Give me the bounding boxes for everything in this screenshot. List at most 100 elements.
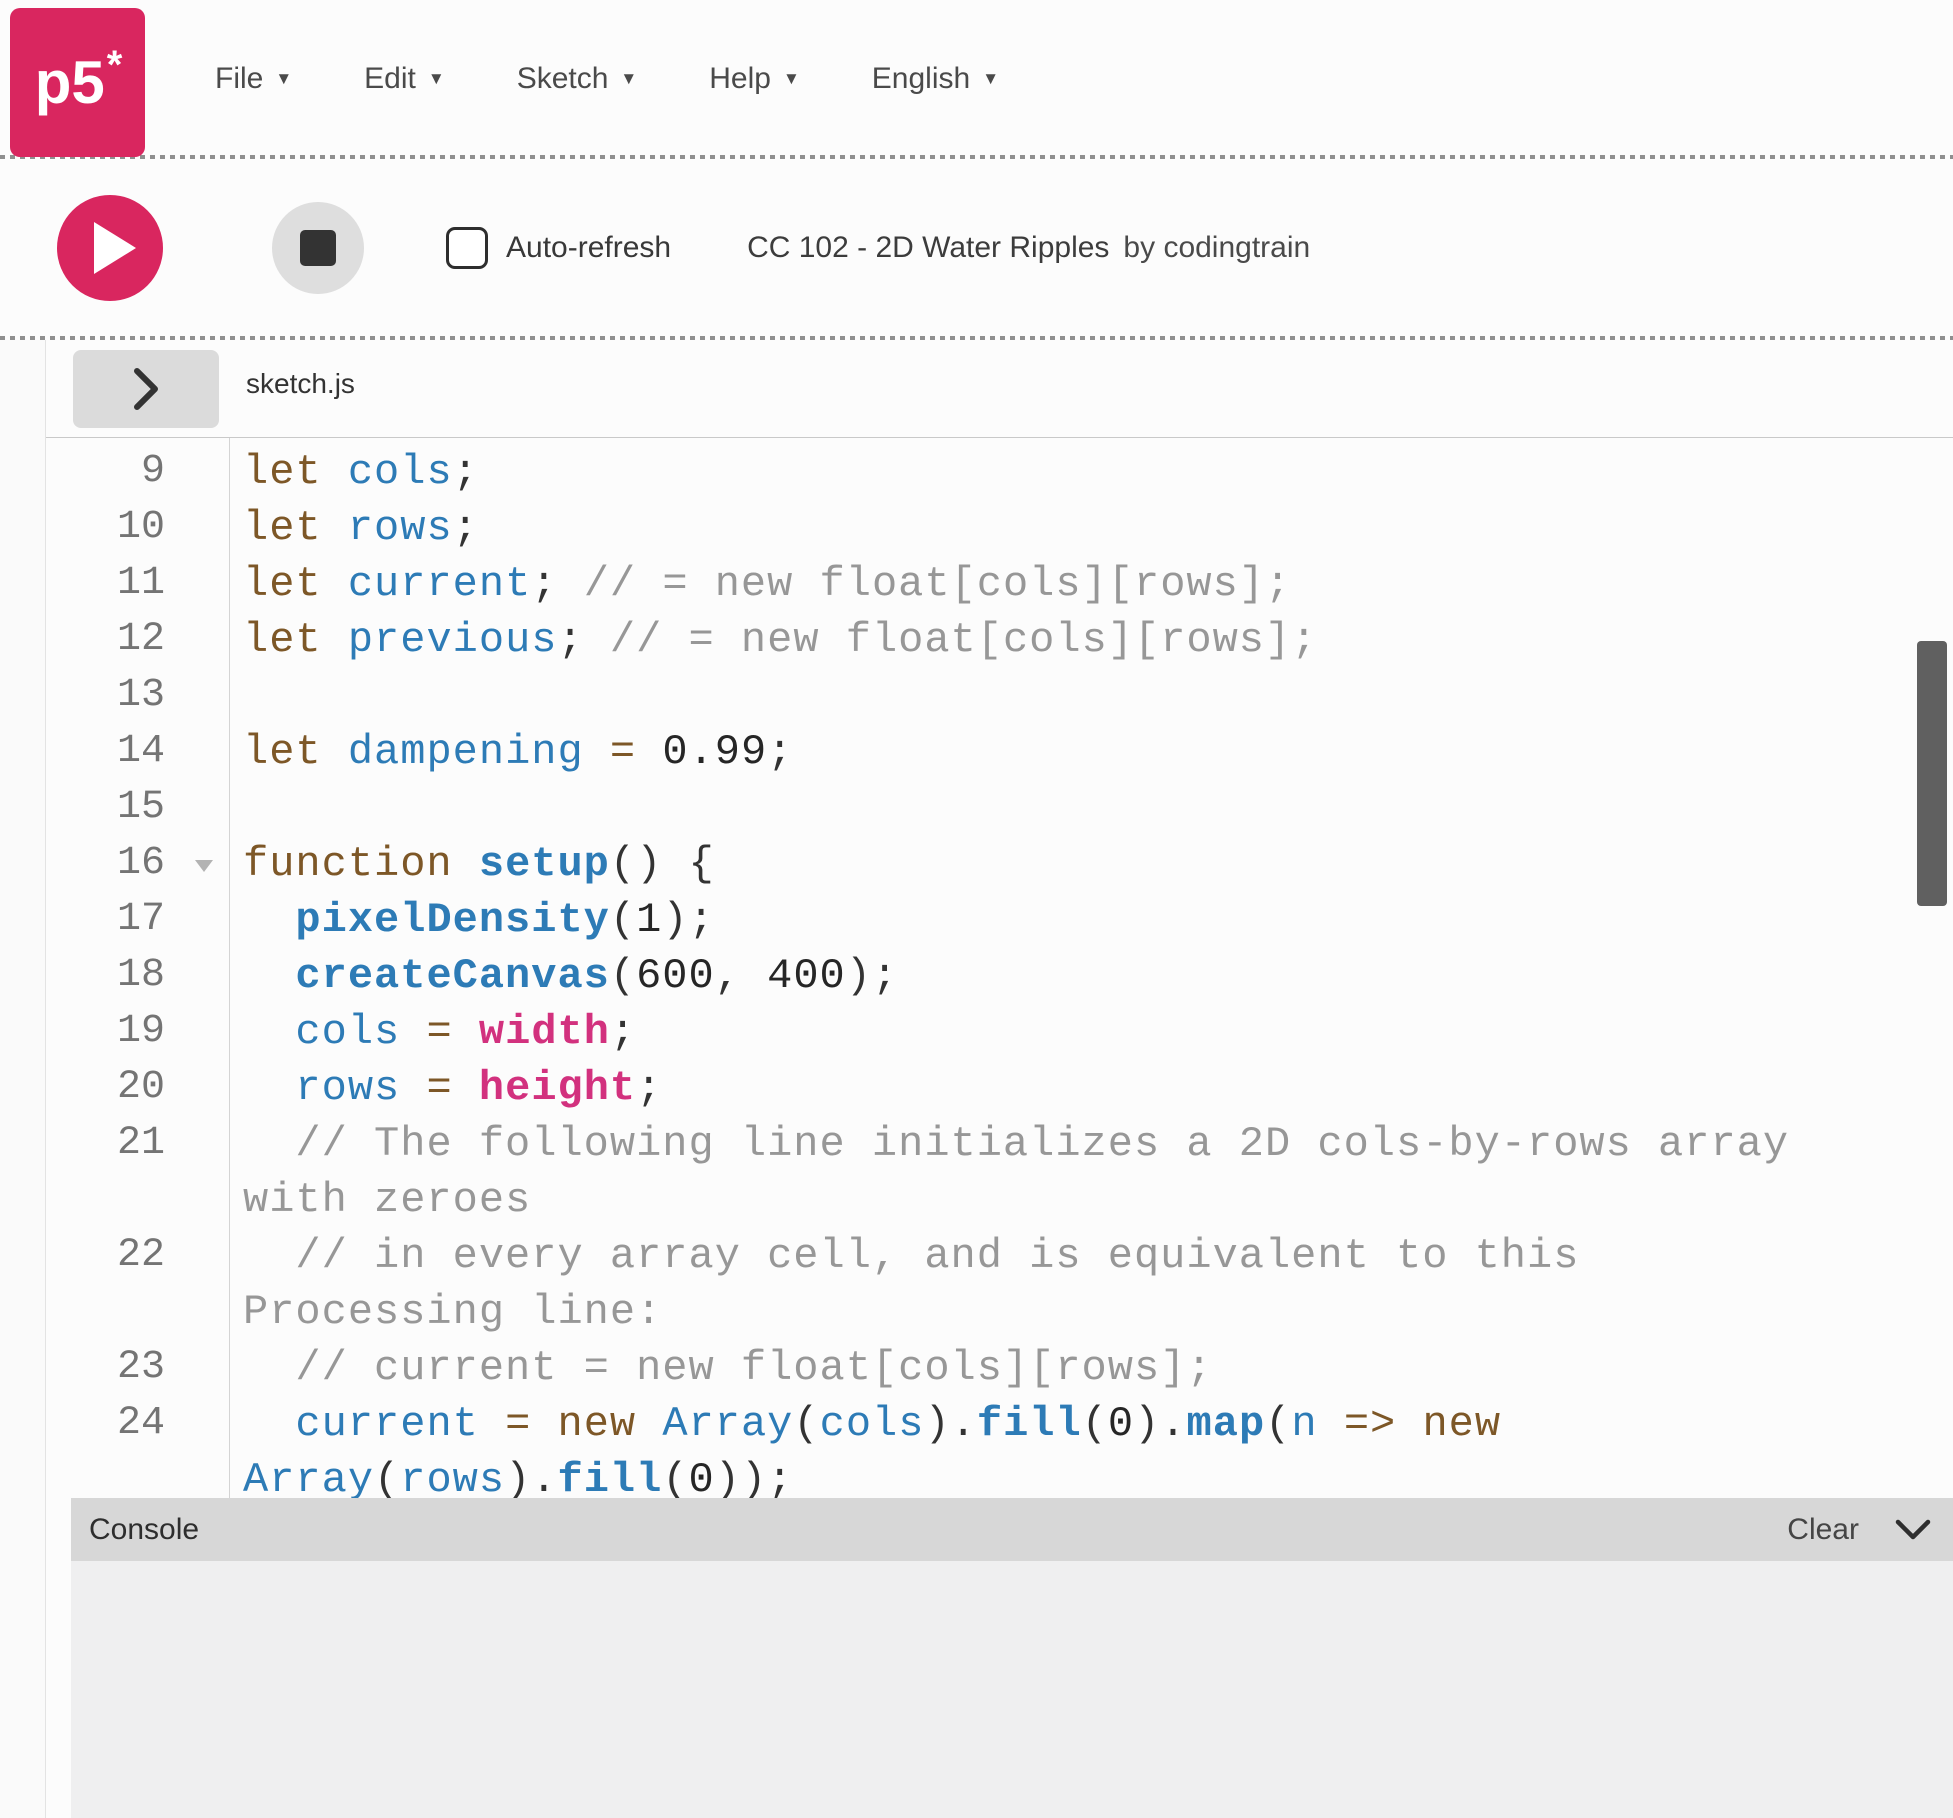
menu-sketch-label: Sketch (517, 62, 609, 96)
console-collapse-button[interactable] (1895, 1519, 1931, 1541)
p5-logo[interactable]: p5* (10, 8, 145, 157)
code-line-text[interactable]: let dampening = 0.99; (229, 724, 793, 780)
code-line[interactable]: 23 // current = new float[cols][rows]; (46, 1340, 1953, 1396)
menu-sketch[interactable]: Sketch ▼ (517, 62, 638, 96)
menu-items: File ▼ Edit ▼ Sketch ▼ Help ▼ English ▼ (215, 0, 999, 157)
gutter-divider (229, 438, 230, 1498)
chevron-down-icon: ▼ (982, 69, 999, 89)
code-line-text[interactable]: with zeroes (229, 1172, 531, 1228)
code-line-text[interactable]: rows = height; (229, 1060, 662, 1116)
chevron-down-icon (1895, 1519, 1931, 1541)
line-number[interactable]: 17 (46, 892, 229, 948)
line-number[interactable] (46, 1452, 229, 1498)
chevron-down-icon: ▼ (428, 69, 445, 89)
console-header: Console Clear (71, 1498, 1953, 1561)
code-line[interactable]: 24 current = new Array(cols).fill(0).map… (46, 1396, 1953, 1452)
code-line-text[interactable]: Processing line: (229, 1284, 662, 1340)
files-panel-toggle[interactable] (73, 350, 219, 428)
code-line[interactable]: 9let cols; (46, 444, 1953, 500)
code-rows: 9let cols;10let rows;11let current; // =… (46, 444, 1953, 1498)
line-number[interactable]: 13 (46, 668, 229, 724)
main-area: sketch.js 9let cols;10let rows;11let cur… (0, 340, 1953, 1818)
line-number[interactable]: 24 (46, 1396, 229, 1452)
code-line-text[interactable]: pixelDensity(1); (229, 892, 715, 948)
console-output (71, 1561, 1953, 1818)
code-line[interactable]: 19 cols = width; (46, 1004, 1953, 1060)
menu-help[interactable]: Help ▼ (709, 62, 800, 96)
code-line-text[interactable]: createCanvas(600, 400); (229, 948, 898, 1004)
code-line[interactable]: Processing line: (46, 1284, 1953, 1340)
code-line-text[interactable]: Array(rows).fill(0)); (229, 1452, 793, 1498)
chevron-down-icon: ▼ (275, 69, 292, 89)
code-line-text[interactable]: cols = width; (229, 1004, 636, 1060)
play-button[interactable] (57, 195, 163, 301)
line-number[interactable]: 10 (46, 500, 229, 556)
chevron-down-icon: ▼ (620, 69, 637, 89)
code-line[interactable]: 12let previous; // = new float[cols][row… (46, 612, 1953, 668)
code-line[interactable]: 16function setup() { (46, 836, 1953, 892)
stop-icon (300, 230, 336, 266)
code-line[interactable]: 10let rows; (46, 500, 1953, 556)
code-line[interactable]: 13 (46, 668, 1953, 724)
code-line-text[interactable]: current = new Array(cols).fill(0).map(n … (229, 1396, 1501, 1452)
code-line-text[interactable]: let previous; // = new float[cols][rows]… (229, 612, 1317, 668)
code-line[interactable]: 11let current; // = new float[cols][rows… (46, 556, 1953, 612)
code-line[interactable]: 17 pixelDensity(1); (46, 892, 1953, 948)
editor-scrollbar-thumb[interactable] (1917, 641, 1947, 906)
code-editor[interactable]: 9let cols;10let rows;11let current; // =… (46, 438, 1953, 1498)
code-line[interactable]: 20 rows = height; (46, 1060, 1953, 1116)
code-line-text[interactable] (229, 780, 243, 836)
auto-refresh-checkbox[interactable] (446, 227, 488, 269)
line-number[interactable]: 21 (46, 1116, 229, 1172)
console-title: Console (89, 1513, 199, 1547)
code-line-text[interactable]: let rows; (229, 500, 479, 556)
sketch-title: CC 102 - 2D Water Ripples (747, 231, 1109, 265)
p5-web-editor: p5* File ▼ Edit ▼ Sketch ▼ Help ▼ Englis… (0, 0, 1953, 1818)
line-number[interactable]: 12 (46, 612, 229, 668)
toolbar: Auto-refresh CC 102 - 2D Water Ripples b… (0, 159, 1953, 336)
code-line-text[interactable]: let cols; (229, 444, 479, 500)
stop-button[interactable] (272, 202, 364, 294)
editor-pane: sketch.js 9let cols;10let rows;11let cur… (46, 340, 1953, 1818)
menu-edit-label: Edit (364, 62, 416, 96)
menu-file[interactable]: File ▼ (215, 62, 292, 96)
line-number[interactable]: 15 (46, 780, 229, 836)
line-number[interactable]: 20 (46, 1060, 229, 1116)
fold-arrow-icon[interactable] (195, 860, 213, 872)
line-number[interactable]: 14 (46, 724, 229, 780)
code-line[interactable]: 21 // The following line initializes a 2… (46, 1116, 1953, 1172)
code-line[interactable]: with zeroes (46, 1172, 1953, 1228)
line-number[interactable]: 11 (46, 556, 229, 612)
line-number[interactable]: 23 (46, 1340, 229, 1396)
menu-edit[interactable]: Edit ▼ (364, 62, 445, 96)
menu-bar: p5* File ▼ Edit ▼ Sketch ▼ Help ▼ Englis… (0, 0, 1953, 157)
code-line-text[interactable]: // in every array cell, and is equivalen… (229, 1228, 1579, 1284)
menu-language-label: English (872, 62, 970, 96)
auto-refresh-label: Auto-refresh (506, 231, 671, 265)
code-line[interactable]: 18 createCanvas(600, 400); (46, 948, 1953, 1004)
line-number[interactable]: 18 (46, 948, 229, 1004)
console-clear-button[interactable]: Clear (1787, 1513, 1859, 1547)
code-line-text[interactable]: let current; // = new float[cols][rows]; (229, 556, 1291, 612)
line-number[interactable] (46, 1284, 229, 1340)
tab-sketch-js[interactable]: sketch.js (246, 340, 355, 428)
play-icon (94, 222, 136, 274)
code-line[interactable]: 15 (46, 780, 1953, 836)
code-line[interactable]: Array(rows).fill(0)); (46, 1452, 1953, 1498)
chevron-down-icon: ▼ (783, 69, 800, 89)
code-line[interactable]: 14let dampening = 0.99; (46, 724, 1953, 780)
code-line-text[interactable]: function setup() { (229, 836, 715, 892)
line-number[interactable]: 19 (46, 1004, 229, 1060)
line-number[interactable]: 22 (46, 1228, 229, 1284)
line-number[interactable]: 16 (46, 836, 229, 892)
sketch-author[interactable]: by codingtrain (1123, 231, 1310, 265)
menu-language[interactable]: English ▼ (872, 62, 999, 96)
menu-help-label: Help (709, 62, 771, 96)
code-line-text[interactable]: // The following line initializes a 2D c… (229, 1116, 1789, 1172)
line-number[interactable] (46, 1172, 229, 1228)
code-line-text[interactable]: // current = new float[cols][rows]; (229, 1340, 1213, 1396)
p5-logo-asterisk: * (107, 45, 123, 85)
code-line[interactable]: 22 // in every array cell, and is equiva… (46, 1228, 1953, 1284)
code-line-text[interactable] (229, 668, 243, 724)
line-number[interactable]: 9 (46, 444, 229, 500)
